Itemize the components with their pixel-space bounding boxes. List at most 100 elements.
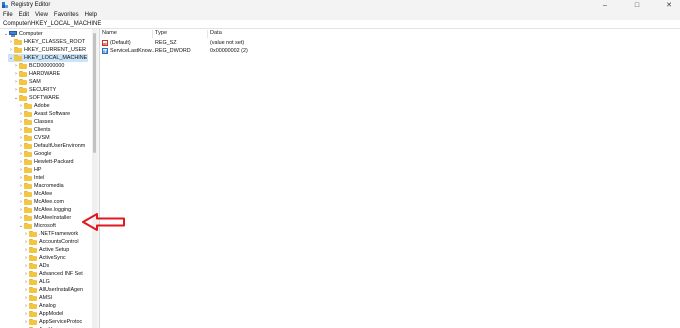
tree-item-label: AppServiceProtoc <box>39 319 83 325</box>
folder-icon <box>19 95 27 101</box>
tree-item-label: Advanced INF Set <box>39 271 83 277</box>
tree-item[interactable]: › HKEY_CLASSES_ROOT <box>8 38 85 46</box>
tree-item[interactable]: › Macromedia <box>18 182 64 190</box>
tree-item-label: AllUserInstallAgen <box>39 287 84 293</box>
folder-icon <box>24 199 32 205</box>
tree-item-label: SECURITY <box>29 87 57 93</box>
tree-item[interactable]: › AccountsControl <box>23 238 79 246</box>
tree-item[interactable]: › HARDWARE <box>13 70 60 78</box>
folder-icon <box>24 135 32 141</box>
tree-item[interactable]: › Advanced INF Set <box>23 270 83 278</box>
folder-icon <box>29 295 37 301</box>
close-button[interactable]: ✕ <box>664 1 674 9</box>
tree-item-label: Classes <box>34 119 54 125</box>
tree-item-label: McAfee.com <box>34 199 64 205</box>
menu-help[interactable]: Help <box>85 12 97 18</box>
tree-item[interactable]: ⌄ Microsoft <box>18 222 56 230</box>
folder-icon <box>24 111 32 117</box>
tree-item[interactable]: › Intel <box>18 174 44 182</box>
folder-icon <box>24 175 32 181</box>
tree-item[interactable]: › Google <box>18 150 51 158</box>
tree-item[interactable]: › ADs <box>23 262 49 270</box>
folder-icon <box>24 207 32 213</box>
value-row[interactable]: ab (Default) REG_SZ (value not set) <box>100 39 400 47</box>
tree-item[interactable]: › ALG <box>23 278 50 286</box>
value-data: (value not set) <box>210 40 245 46</box>
column-divider[interactable] <box>207 30 208 38</box>
folder-icon <box>29 255 37 261</box>
tree-item[interactable]: › CVSM <box>18 134 50 142</box>
maximize-button[interactable]: □ <box>632 2 642 9</box>
tree-item[interactable]: › HP <box>18 166 42 174</box>
tree-item[interactable]: › AllUserInstallAgen <box>23 286 83 294</box>
tree-item[interactable]: ⌄ SOFTWARE <box>13 94 59 102</box>
tree-item-label: Avast Software <box>34 111 71 117</box>
tree-item-label: CVSM <box>34 135 50 141</box>
tree-item-label: Adobe <box>34 103 50 109</box>
tree-item[interactable]: › McAfee.logging <box>18 206 71 214</box>
tree-item[interactable]: › Analog <box>23 302 56 310</box>
tree-item[interactable]: › Classes <box>18 118 53 126</box>
tree-item[interactable]: › AppModel <box>23 310 63 318</box>
tree-item[interactable]: › AMSI <box>23 294 52 302</box>
tree-item[interactable]: › Hewlett-Packard <box>18 158 74 166</box>
tree-item-label: BCD00000000 <box>29 63 65 69</box>
tree-item-label: McAfeeInstaller <box>34 215 72 221</box>
minimize-button[interactable]: – <box>600 2 610 9</box>
tree-item-label: AMSI <box>39 295 53 301</box>
tree-item[interactable]: › BCD00000000 <box>13 62 64 70</box>
tree-item[interactable]: › HKEY_CURRENT_USER <box>8 46 86 54</box>
tree-item-label: Microsoft <box>34 223 56 229</box>
tree-item-label: HP <box>34 167 42 173</box>
tree-item-label: McAfee.logging <box>34 207 72 213</box>
tree-item-label: Analog <box>39 303 56 309</box>
menu-file[interactable]: File <box>3 12 13 18</box>
menu-favorites[interactable]: Favorites <box>54 12 79 18</box>
folder-icon <box>14 39 22 45</box>
tree-item-label: ADs <box>39 263 50 269</box>
tree-item[interactable]: › Adobe <box>18 102 50 110</box>
tree-item[interactable]: › Active Setup <box>23 246 69 254</box>
tree-item[interactable]: ⌄ HKEY_LOCAL_MACHINE <box>8 54 88 62</box>
tree-item[interactable]: › DefaultUserEnvironm <box>18 142 85 150</box>
tree-item[interactable]: › McAfeeInstaller <box>18 214 71 222</box>
title-bar: Registry Editor – □ ✕ <box>0 0 680 10</box>
tree-item[interactable]: › AppServiceProtoc <box>23 318 82 326</box>
tree-item-label: .NETFramework <box>39 231 79 237</box>
value-name: (Default) <box>110 40 131 46</box>
tree-item[interactable]: ⌄ Computer <box>3 30 43 38</box>
tree-item[interactable]: › McAfee <box>18 190 52 198</box>
tree-item-label: DefaultUserEnvironm <box>34 143 86 149</box>
menu-edit[interactable]: Edit <box>19 12 29 18</box>
tree-item[interactable]: › Avast Software <box>18 110 70 118</box>
value-data: 0x00000002 (2) <box>210 48 248 54</box>
menu-view[interactable]: View <box>35 12 48 18</box>
tree-scroll-thumb[interactable] <box>93 33 96 153</box>
column-divider[interactable] <box>152 30 153 38</box>
column-header-name[interactable]: Name <box>102 30 117 36</box>
folder-icon <box>29 231 37 237</box>
folder-icon <box>29 287 37 293</box>
folder-icon <box>29 311 37 317</box>
value-type: REG_SZ <box>155 40 177 46</box>
tree-item[interactable]: › ActiveSync <box>23 254 66 262</box>
address-bar[interactable]: Computer\HKEY_LOCAL_MACHINE <box>0 20 680 29</box>
tree-item-label: ActiveSync <box>39 255 66 261</box>
registry-editor-icon <box>2 2 8 8</box>
folder-icon <box>24 143 32 149</box>
tree-item[interactable]: › SECURITY <box>13 86 56 94</box>
column-header-type[interactable]: Type <box>155 30 167 36</box>
tree-item[interactable]: › McAfee.com <box>18 198 64 206</box>
folder-icon <box>29 271 37 277</box>
tree-item-label: AppModel <box>39 311 64 317</box>
tree-item[interactable]: › Clients <box>18 126 50 134</box>
tree-item[interactable]: › .NETFramework <box>23 230 78 238</box>
value-row[interactable]: 01 ServiceLastKnow... REG_DWORD 0x000000… <box>100 47 400 55</box>
computer-icon <box>9 31 17 37</box>
folder-icon <box>29 247 37 253</box>
tree-item[interactable]: › SAM <box>13 78 41 86</box>
folder-icon <box>29 239 37 245</box>
folder-icon <box>29 263 37 269</box>
column-header-data[interactable]: Data <box>210 30 222 36</box>
tree-item-label: Computer <box>19 31 43 37</box>
